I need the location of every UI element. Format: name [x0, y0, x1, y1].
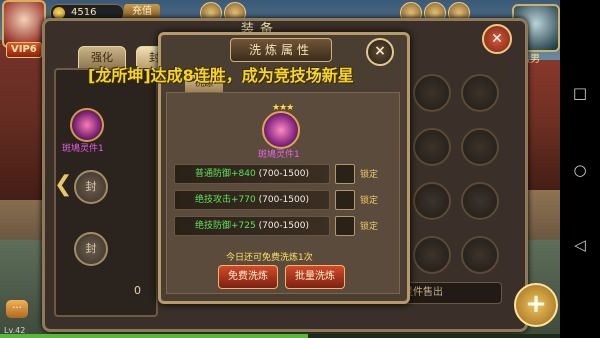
- lock-checkbox[interactable]: [335, 164, 355, 184]
- lock-label: 锁定: [360, 222, 379, 232]
- chevron-left-icon[interactable]: ❮: [54, 172, 72, 197]
- experience-bar-fill: [0, 334, 308, 338]
- vip-badge: VIP6: [6, 42, 42, 58]
- plus-icon[interactable]: +: [514, 283, 558, 327]
- stat-row-skill-defense: 绝技防御+725 (700-1500): [174, 216, 330, 236]
- equipment-slot[interactable]: [413, 74, 451, 112]
- back-icon[interactable]: ◁: [560, 230, 600, 260]
- experience-bar: [0, 334, 560, 338]
- lock-checkbox[interactable]: [335, 216, 355, 236]
- stat-range: (700-1500): [258, 221, 309, 231]
- spirit-item-icon[interactable]: [70, 108, 104, 142]
- stat-bonus: +840: [231, 169, 256, 179]
- batch-wash-button[interactable]: 批量洗炼: [285, 265, 345, 289]
- equipment-slot[interactable]: [413, 182, 451, 220]
- spirit-item-label: 斑鳩灵件1: [258, 150, 300, 160]
- recent-apps-icon[interactable]: □: [560, 78, 600, 108]
- diamond-count: 0: [134, 284, 141, 297]
- free-wash-button[interactable]: 免费洗炼: [218, 265, 278, 289]
- stat-row-normal-defense: 普通防御+840 (700-1500): [174, 164, 330, 184]
- stat-bonus: +725: [231, 221, 256, 231]
- stat-range: (700-1500): [258, 169, 309, 179]
- lock-label: 锁定: [360, 196, 379, 206]
- lock-label: 锁定: [360, 170, 379, 180]
- equipment-slot[interactable]: [461, 182, 499, 220]
- stat-name: 绝技攻击: [195, 195, 232, 205]
- spirit-item-icon: [262, 111, 300, 149]
- system-broadcast-text: [龙所坤]达成8连胜，成为竞技场新星: [88, 66, 354, 85]
- home-icon[interactable]: ○: [560, 155, 600, 185]
- android-nav-bar: □ ○ ◁: [560, 0, 600, 338]
- lock-checkbox[interactable]: [335, 190, 355, 210]
- seal-slot-2[interactable]: 封: [74, 232, 108, 266]
- free-wash-remaining-text: 今日还可免费洗炼1次: [226, 253, 313, 263]
- stat-row-skill-attack: 绝技攻击+770 (700-1500): [174, 190, 330, 210]
- wash-dialog-title: 洗炼属性: [230, 38, 332, 62]
- player-avatar[interactable]: [2, 0, 46, 48]
- stat-range: (700-1500): [258, 195, 309, 205]
- equipment-slot-grid: [405, 68, 515, 298]
- equipment-slot[interactable]: [461, 236, 499, 274]
- close-icon[interactable]: ×: [366, 38, 394, 66]
- spirit-item-label: 斑鳩灵件1: [62, 144, 104, 154]
- equipment-slot[interactable]: [461, 74, 499, 112]
- stat-name: 普通防御: [195, 169, 232, 179]
- equipment-close-icon[interactable]: ✕: [482, 24, 512, 54]
- equipment-slot[interactable]: [461, 128, 499, 166]
- chat-icon[interactable]: ···: [6, 300, 28, 318]
- stat-bonus: +770: [231, 195, 256, 205]
- seal-slot-1[interactable]: 封: [74, 170, 108, 204]
- equipment-slot[interactable]: [413, 128, 451, 166]
- equipment-slot[interactable]: [413, 236, 451, 274]
- stat-name: 绝技防御: [195, 221, 232, 231]
